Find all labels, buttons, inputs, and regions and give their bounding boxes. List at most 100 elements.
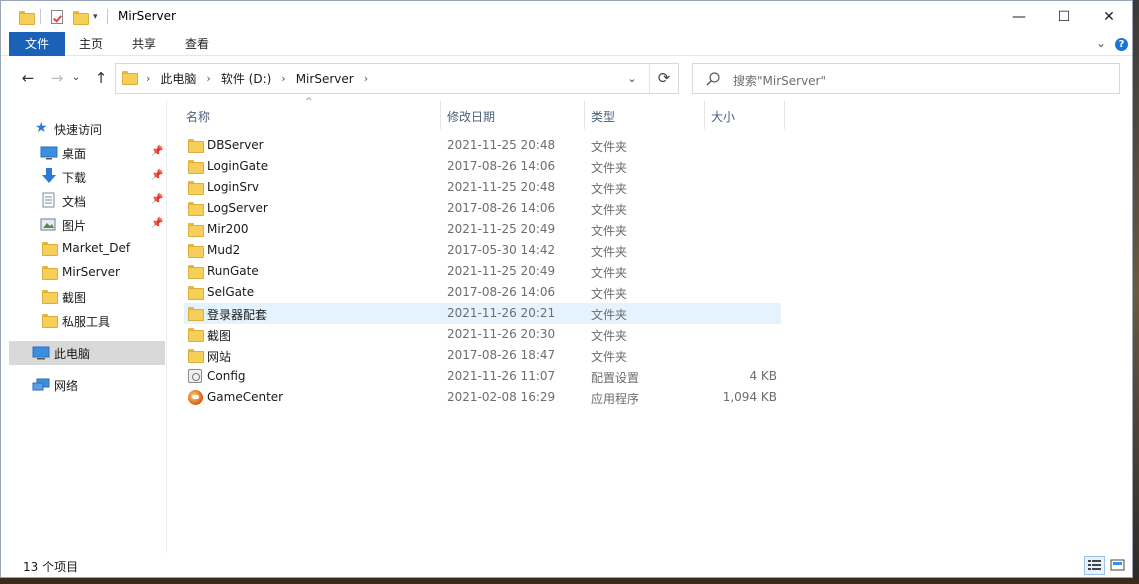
file-type: 文件夹 bbox=[591, 329, 628, 343]
help-icon[interactable]: ? bbox=[1115, 38, 1128, 51]
tab-file[interactable]: 文件 bbox=[9, 32, 65, 56]
column-header-name[interactable]: 名称 bbox=[180, 101, 440, 129]
pin-icon[interactable]: 📌 bbox=[151, 194, 163, 205]
file-row[interactable]: SelGate 2017-08-26 14:06 文件夹 bbox=[184, 282, 781, 303]
sidebar-item-label: 此电脑 bbox=[54, 347, 91, 361]
breadcrumb-separator[interactable]: › bbox=[206, 72, 210, 85]
column-header-type[interactable]: 类型 bbox=[585, 101, 704, 129]
file-row[interactable]: GameCenter 2021-02-08 16:29 应用程序 1,094 K… bbox=[184, 387, 781, 408]
file-row[interactable]: 网站 2017-08-26 18:47 文件夹 bbox=[184, 345, 781, 366]
sidebar-item-pictures[interactable]: 图片 📌 bbox=[9, 213, 165, 237]
minimize-button[interactable]: — bbox=[996, 1, 1042, 32]
sidebar-item-this-pc[interactable]: 此电脑 bbox=[9, 341, 165, 365]
sidebar-item-label: 桌面 bbox=[62, 147, 87, 161]
sidebar-item-mirserver[interactable]: MirServer bbox=[9, 261, 165, 285]
file-type: 文件夹 bbox=[591, 182, 628, 196]
breadcrumb-this-pc[interactable]: 此电脑 bbox=[160, 70, 196, 87]
sidebar-item-private-tools[interactable]: 私服工具 bbox=[9, 309, 165, 333]
folder-icon bbox=[122, 71, 138, 86]
file-name: LoginGate bbox=[207, 159, 269, 173]
file-row[interactable]: LoginSrv 2021-11-25 20:48 文件夹 bbox=[184, 177, 781, 198]
application-icon bbox=[188, 390, 203, 408]
pin-icon[interactable]: 📌 bbox=[151, 146, 163, 157]
maximize-button[interactable]: ☐ bbox=[1041, 1, 1087, 32]
file-date: 2021-11-25 20:49 bbox=[447, 222, 556, 236]
background-edge bbox=[1133, 0, 1139, 584]
file-row[interactable]: DBServer 2021-11-25 20:48 文件夹 bbox=[184, 135, 781, 156]
file-row[interactable]: 截图 2021-11-26 20:30 文件夹 bbox=[184, 324, 781, 345]
file-row[interactable]: LogServer 2017-08-26 14:06 文件夹 bbox=[184, 198, 781, 219]
file-date: 2017-08-26 14:06 bbox=[447, 201, 556, 215]
breadcrumb-separator[interactable]: › bbox=[281, 72, 285, 85]
breadcrumb-drive-d[interactable]: 软件 (D:) bbox=[221, 70, 271, 87]
ribbon-collapse-icon[interactable]: ⌄ bbox=[1096, 36, 1106, 50]
file-type: 文件夹 bbox=[591, 161, 628, 175]
sidebar-item-desktop[interactable]: 桌面 📌 bbox=[9, 141, 165, 165]
network-icon bbox=[32, 378, 50, 395]
folder-icon bbox=[188, 349, 204, 364]
file-name: Mud2 bbox=[207, 243, 241, 257]
file-type: 文件夹 bbox=[591, 140, 628, 154]
sidebar-item-screenshots[interactable]: 截图 bbox=[9, 285, 165, 309]
file-name: 截图 bbox=[207, 329, 232, 343]
forward-button[interactable]: → bbox=[47, 68, 67, 88]
sidebar-item-documents[interactable]: 文档 📌 bbox=[9, 189, 165, 213]
breadcrumb-separator[interactable]: › bbox=[364, 72, 368, 85]
sidebar-item-label: 私服工具 bbox=[62, 315, 111, 329]
sidebar-item-downloads[interactable]: 下载 📌 bbox=[9, 165, 165, 189]
folder-icon bbox=[42, 290, 58, 305]
file-name: 网站 bbox=[207, 350, 232, 364]
window-title: MirServer bbox=[118, 9, 176, 23]
file-row[interactable]: RunGate 2021-11-25 20:49 文件夹 bbox=[184, 261, 781, 282]
file-row[interactable]: 登录器配套 2021-11-26 20:21 文件夹 bbox=[184, 303, 781, 324]
desktop-icon bbox=[40, 146, 58, 163]
sidebar-item-label: 快速访问 bbox=[54, 123, 103, 137]
up-button[interactable]: ↑ bbox=[91, 68, 111, 88]
address-bar[interactable]: › 此电脑 › 软件 (D:) › MirServer › ⌄ ⟳ bbox=[115, 63, 679, 94]
sidebar-item-quick-access[interactable]: ★ 快速访问 bbox=[9, 117, 165, 141]
picture-icon bbox=[40, 218, 56, 234]
sidebar-item-network[interactable]: 网络 bbox=[9, 373, 165, 397]
column-header-size[interactable]: 大小 bbox=[705, 101, 784, 129]
file-row[interactable]: Config 2021-11-26 11:07 配置设置 4 KB bbox=[184, 366, 781, 387]
breadcrumb-mirserver[interactable]: MirServer bbox=[296, 72, 354, 86]
folder-icon bbox=[188, 202, 204, 217]
recent-locations-button[interactable]: ⌄ bbox=[69, 68, 83, 88]
file-name: LoginSrv bbox=[207, 180, 260, 194]
customize-toolbar-icon[interactable]: ▾ bbox=[93, 8, 98, 25]
file-name: Config bbox=[207, 369, 246, 383]
details-view-button[interactable] bbox=[1084, 556, 1105, 575]
folder-icon bbox=[188, 286, 204, 301]
folder-icon bbox=[188, 223, 204, 238]
close-button[interactable]: ✕ bbox=[1086, 1, 1132, 32]
file-date: 2021-11-26 20:21 bbox=[447, 306, 556, 320]
column-header-date[interactable]: 修改日期 bbox=[441, 101, 584, 129]
file-type: 文件夹 bbox=[591, 245, 628, 259]
large-icons-view-button[interactable] bbox=[1107, 556, 1128, 575]
tab-view[interactable]: 查看 bbox=[173, 32, 221, 56]
folder-icon bbox=[42, 314, 58, 329]
properties-icon[interactable] bbox=[51, 8, 63, 25]
address-dropdown-icon[interactable]: ⌄ bbox=[622, 64, 642, 93]
back-button[interactable]: ← bbox=[18, 68, 38, 88]
tab-share[interactable]: 共享 bbox=[119, 32, 169, 56]
tab-home[interactable]: 主页 bbox=[67, 32, 115, 56]
breadcrumb-separator[interactable]: › bbox=[146, 72, 150, 85]
details-view-icon bbox=[1088, 560, 1101, 570]
file-row[interactable]: LoginGate 2017-08-26 14:06 文件夹 bbox=[184, 156, 781, 177]
folder-icon bbox=[188, 307, 204, 322]
refresh-button[interactable]: ⟳ bbox=[649, 64, 678, 93]
sidebar-item-market-def[interactable]: Market_Def bbox=[9, 237, 165, 261]
this-pc-icon bbox=[32, 346, 50, 363]
file-row[interactable]: Mir200 2021-11-25 20:49 文件夹 bbox=[184, 219, 781, 240]
new-folder-icon[interactable] bbox=[73, 8, 89, 25]
file-row[interactable]: Mud2 2017-05-30 14:42 文件夹 bbox=[184, 240, 781, 261]
file-size: 4 KB bbox=[749, 369, 777, 383]
pin-icon[interactable]: 📌 bbox=[151, 170, 163, 181]
navigation-pane: ★ 快速访问 桌面 📌 下载 📌 文档 📌 图片 📌 Market_Def Mi… bbox=[1, 100, 167, 553]
file-type: 应用程序 bbox=[591, 392, 640, 406]
search-box[interactable]: 搜索"MirServer" bbox=[692, 63, 1120, 94]
pin-icon[interactable]: 📌 bbox=[151, 218, 163, 229]
file-type: 配置设置 bbox=[591, 371, 640, 385]
search-input[interactable]: 搜索"MirServer" bbox=[733, 72, 826, 89]
